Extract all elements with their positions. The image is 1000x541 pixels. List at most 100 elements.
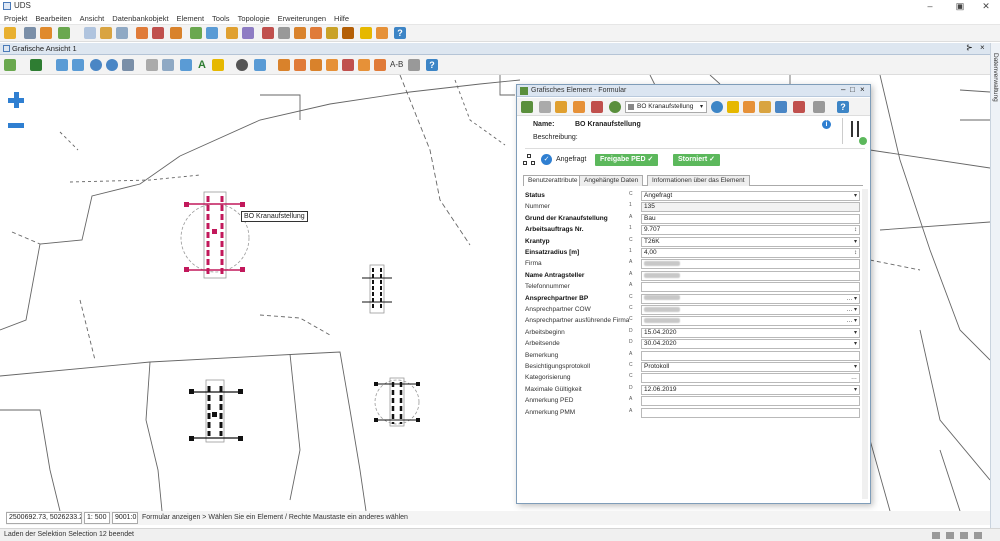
freigabe-ped-button[interactable]: Freigabe PED ✓ (595, 154, 659, 166)
delete-icon[interactable] (342, 59, 354, 71)
attribute-dropdown-icon[interactable]: … ▾ (846, 317, 857, 325)
attribute-dropdown-icon[interactable]: ▾ (854, 386, 857, 394)
tab-informationen[interactable]: Informationen über das Element (647, 175, 750, 186)
map-zoom-in-button[interactable] (8, 92, 24, 108)
menu-ansicht[interactable]: Ansicht (76, 12, 109, 25)
properties-icon[interactable] (408, 59, 420, 71)
arrow-icon[interactable] (190, 27, 202, 39)
filter-icon[interactable] (100, 27, 112, 39)
zoom-in-icon[interactable] (90, 59, 102, 71)
back-icon[interactable] (56, 59, 68, 71)
attribute-dropdown-icon[interactable]: ▾ (854, 363, 857, 371)
form-scrollbar[interactable] (862, 189, 868, 499)
attribute-input[interactable] (641, 282, 860, 293)
draw-icon[interactable] (254, 59, 266, 71)
plugin-icon[interactable] (360, 27, 372, 39)
attribute-dropdown-icon[interactable]: ▾ (854, 340, 857, 348)
zoom-out-icon[interactable] (106, 59, 118, 71)
minimize-button[interactable]: – (916, 0, 944, 12)
menu-hilfe[interactable]: Hilfe (330, 12, 353, 25)
form-target-icon[interactable] (711, 101, 723, 113)
form-minimize-button[interactable]: – (841, 85, 845, 94)
help-icon[interactable]: ? (394, 27, 406, 39)
tool-icon[interactable] (58, 27, 70, 39)
form-tools-icon[interactable] (727, 101, 739, 113)
form-maximize-button[interactable]: □ (850, 85, 855, 94)
form-close-button[interactable]: × (860, 85, 865, 94)
note-icon[interactable] (342, 27, 354, 39)
menu-element[interactable]: Element (173, 12, 209, 25)
import-icon[interactable] (310, 27, 322, 39)
attribute-input[interactable] (641, 259, 860, 270)
menu-tools[interactable]: Tools (208, 12, 234, 25)
copy-icon[interactable] (326, 59, 338, 71)
element-icon[interactable] (170, 27, 182, 39)
pointer-icon[interactable] (30, 59, 42, 71)
rotation-field[interactable]: 9001:0 (112, 512, 138, 524)
form-new-icon[interactable] (521, 101, 533, 113)
attribute-input[interactable]: … ▾ (641, 316, 860, 327)
attribute-input[interactable] (641, 396, 860, 407)
print-icon[interactable] (278, 27, 290, 39)
form-attach-icon[interactable] (775, 101, 787, 113)
form-globe-icon[interactable] (609, 101, 621, 113)
attribute-dropdown-icon[interactable]: … (851, 374, 857, 382)
attribute-input[interactable]: … (641, 373, 860, 384)
attribute-dropdown-icon[interactable]: … ▾ (846, 306, 857, 314)
refresh-icon[interactable] (162, 59, 174, 71)
grid-icon[interactable] (326, 27, 338, 39)
crane-symbol-4[interactable] (374, 377, 420, 427)
open-icon[interactable] (4, 27, 16, 39)
snap-icon[interactable] (236, 59, 248, 71)
selected-crane-symbol[interactable] (180, 191, 250, 279)
attribute-input[interactable]: … ▾ (641, 293, 860, 304)
save-icon[interactable] (24, 27, 36, 39)
menu-bearbeiten[interactable]: Bearbeiten (31, 12, 75, 25)
settings-icon[interactable] (376, 27, 388, 39)
edit-icon[interactable] (40, 27, 52, 39)
tab-benutzerattribute[interactable]: Benutzerattribute (523, 175, 583, 186)
attribute-input[interactable]: Angefragt ▾ (641, 191, 860, 201)
attribute-dropdown-icon[interactable]: ▾ (854, 329, 857, 337)
split-icon[interactable] (358, 59, 370, 71)
scale-field[interactable]: 1: 500 (84, 512, 110, 524)
form-delete-icon[interactable] (591, 101, 603, 113)
attribute-dropdown-icon[interactable]: ▾ (854, 238, 857, 246)
rotate-icon[interactable] (310, 59, 322, 71)
attribute-input[interactable]: 135 (641, 202, 860, 213)
right-dock-strip[interactable]: Datenverwaltung (990, 43, 1000, 528)
export-icon[interactable] (294, 27, 306, 39)
maximize-button[interactable]: ▣ (946, 0, 974, 12)
edit-geom-icon[interactable] (278, 59, 290, 71)
crane-symbol-2[interactable] (362, 264, 392, 314)
attribute-input[interactable]: 15.04.2020 ▾ (641, 327, 860, 338)
pencil-icon[interactable] (226, 27, 238, 39)
text-icon[interactable]: A (198, 59, 206, 71)
attribute-input[interactable] (641, 350, 860, 361)
attribute-input[interactable]: 12.06.2019 ▾ (641, 384, 860, 395)
search-icon[interactable] (84, 27, 96, 39)
form-settings-icon[interactable] (743, 101, 755, 113)
attribute-input[interactable] (641, 270, 860, 281)
menu-erweiterungen[interactable]: Erweiterungen (274, 12, 330, 25)
attribute-dropdown-icon[interactable]: … ▾ (846, 295, 857, 303)
layer-icon[interactable] (116, 27, 128, 39)
link-icon[interactable] (206, 27, 218, 39)
attribute-input[interactable] (641, 407, 860, 418)
table-icon[interactable] (152, 27, 164, 39)
storniert-button[interactable]: Storniert ✓ (673, 154, 720, 166)
view-tab[interactable]: Grafische Ansicht 1 ⊱ × (0, 43, 1000, 55)
attribute-input[interactable]: Bau (641, 213, 860, 224)
attribute-input[interactable]: Protokoll ▾ (641, 362, 860, 372)
pin-icon[interactable]: ⊱ (966, 43, 973, 52)
merge-icon[interactable] (374, 59, 386, 71)
close-view-icon[interactable]: × (980, 43, 985, 52)
move-icon[interactable] (294, 59, 306, 71)
form-edit-icon[interactable] (555, 101, 567, 113)
form-type-dropdown[interactable]: BO Kranaufstellung ▾ (625, 101, 707, 113)
select-mode-icon[interactable] (4, 59, 16, 71)
topology-icon[interactable] (242, 27, 254, 39)
help2-icon[interactable]: ? (426, 59, 438, 71)
zoom-extent-icon[interactable] (122, 59, 134, 71)
layer-view-icon[interactable] (180, 59, 192, 71)
